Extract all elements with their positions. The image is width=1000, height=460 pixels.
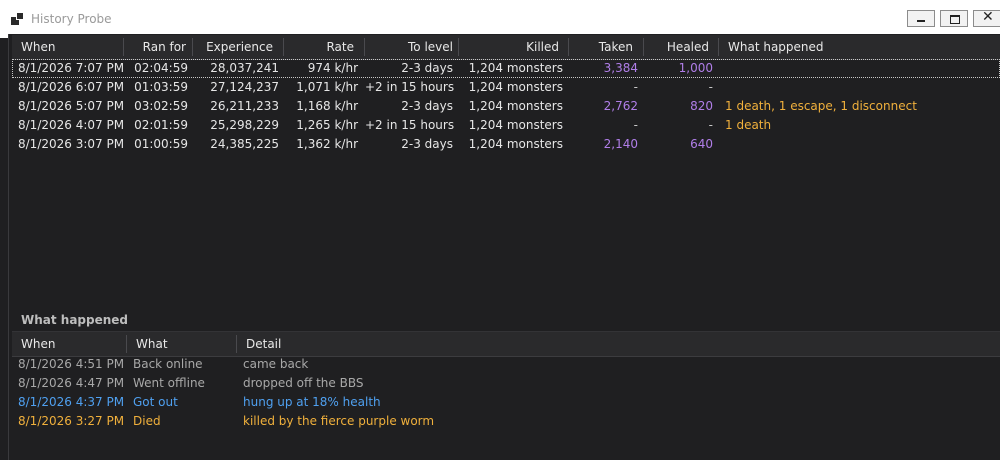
event-row[interactable]: 8/1/2026 4:37 PM Got out hung up at 18% …: [12, 393, 1000, 412]
col-what-happened[interactable]: What happened: [728, 35, 824, 59]
minimize-icon: [917, 20, 925, 22]
col-rate[interactable]: Rate: [284, 35, 354, 59]
col-event-when[interactable]: When: [21, 332, 55, 356]
window-border: [8, 34, 9, 460]
event-row[interactable]: 8/1/2026 4:47 PM Went offline dropped of…: [12, 374, 1000, 393]
table-row[interactable]: 8/1/2026 4:07 PM 02:01:59 25,298,229 1,2…: [12, 116, 1000, 135]
events-section-title: What happened: [21, 313, 129, 327]
close-button[interactable]: ✕: [973, 9, 1000, 27]
col-event-detail[interactable]: Detail: [246, 332, 281, 356]
event-row[interactable]: 8/1/2026 3:27 PM Died killed by the fier…: [12, 412, 1000, 431]
col-to-level[interactable]: To level: [365, 35, 453, 59]
table-row[interactable]: 8/1/2026 5:07 PM 03:02:59 26,211,233 1,1…: [12, 97, 1000, 116]
window-title: History Probe: [31, 12, 112, 26]
table-row[interactable]: 8/1/2026 3:07 PM 01:00:59 24,385,225 1,3…: [12, 135, 1000, 154]
title-bar[interactable]: History Probe ✕: [0, 0, 1000, 38]
app-icon: [11, 12, 25, 26]
col-event-what[interactable]: What: [136, 332, 168, 356]
maximize-button[interactable]: [940, 10, 968, 27]
table-row[interactable]: 8/1/2026 7:07 PM 02:04:59 28,037,241 974…: [12, 59, 1000, 78]
event-row[interactable]: 8/1/2026 4:51 PM Back online came back: [12, 355, 1000, 374]
col-experience[interactable]: Experience: [193, 35, 273, 59]
col-healed[interactable]: Healed: [644, 35, 709, 59]
col-killed[interactable]: Killed: [459, 35, 559, 59]
close-icon: ✕: [982, 9, 994, 25]
sessions-header: When Ran for Experience Rate To level Ki…: [12, 35, 1000, 60]
restore-icon: [950, 15, 960, 24]
minimize-button[interactable]: [907, 10, 935, 27]
table-row[interactable]: 8/1/2026 6:07 PM 01:03:59 27,124,237 1,0…: [12, 78, 1000, 97]
col-taken[interactable]: Taken: [569, 35, 633, 59]
events-header: When What Detail: [12, 332, 1000, 357]
col-when[interactable]: When: [21, 35, 55, 59]
col-ran-for[interactable]: Ran for: [124, 35, 186, 59]
